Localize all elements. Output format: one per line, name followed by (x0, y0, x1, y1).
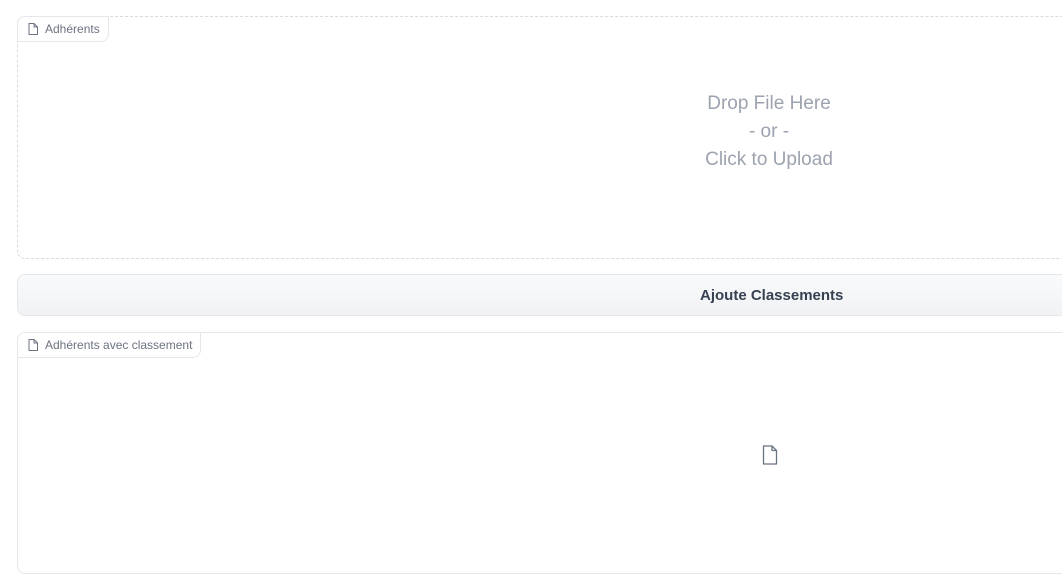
file-icon (28, 339, 38, 351)
app-root: Adhérents Drop File Here - or - Click to… (0, 0, 1062, 587)
empty-file-icon (762, 445, 778, 465)
file-upload-dropzone[interactable]: Adhérents Drop File Here - or - Click to… (17, 16, 1062, 259)
drop-file-text: Drop File Here (707, 92, 831, 114)
output-label: Adhérents avec classement (45, 338, 193, 352)
ajoute-classements-button[interactable]: Ajoute Classements (17, 274, 1062, 316)
button-label: Ajoute Classements (700, 286, 844, 304)
click-to-upload-text: Click to Upload (705, 148, 833, 170)
output-label-chip: Adhérents avec classement (17, 332, 202, 358)
file-icon (28, 23, 38, 35)
upload-label-chip: Adhérents (17, 16, 109, 42)
file-output-panel: Adhérents avec classement (17, 332, 1062, 574)
drop-instructions: Drop File Here - or - Click to Upload (18, 17, 1062, 258)
or-separator-text: - or - (748, 120, 790, 142)
upload-label: Adhérents (45, 22, 100, 36)
